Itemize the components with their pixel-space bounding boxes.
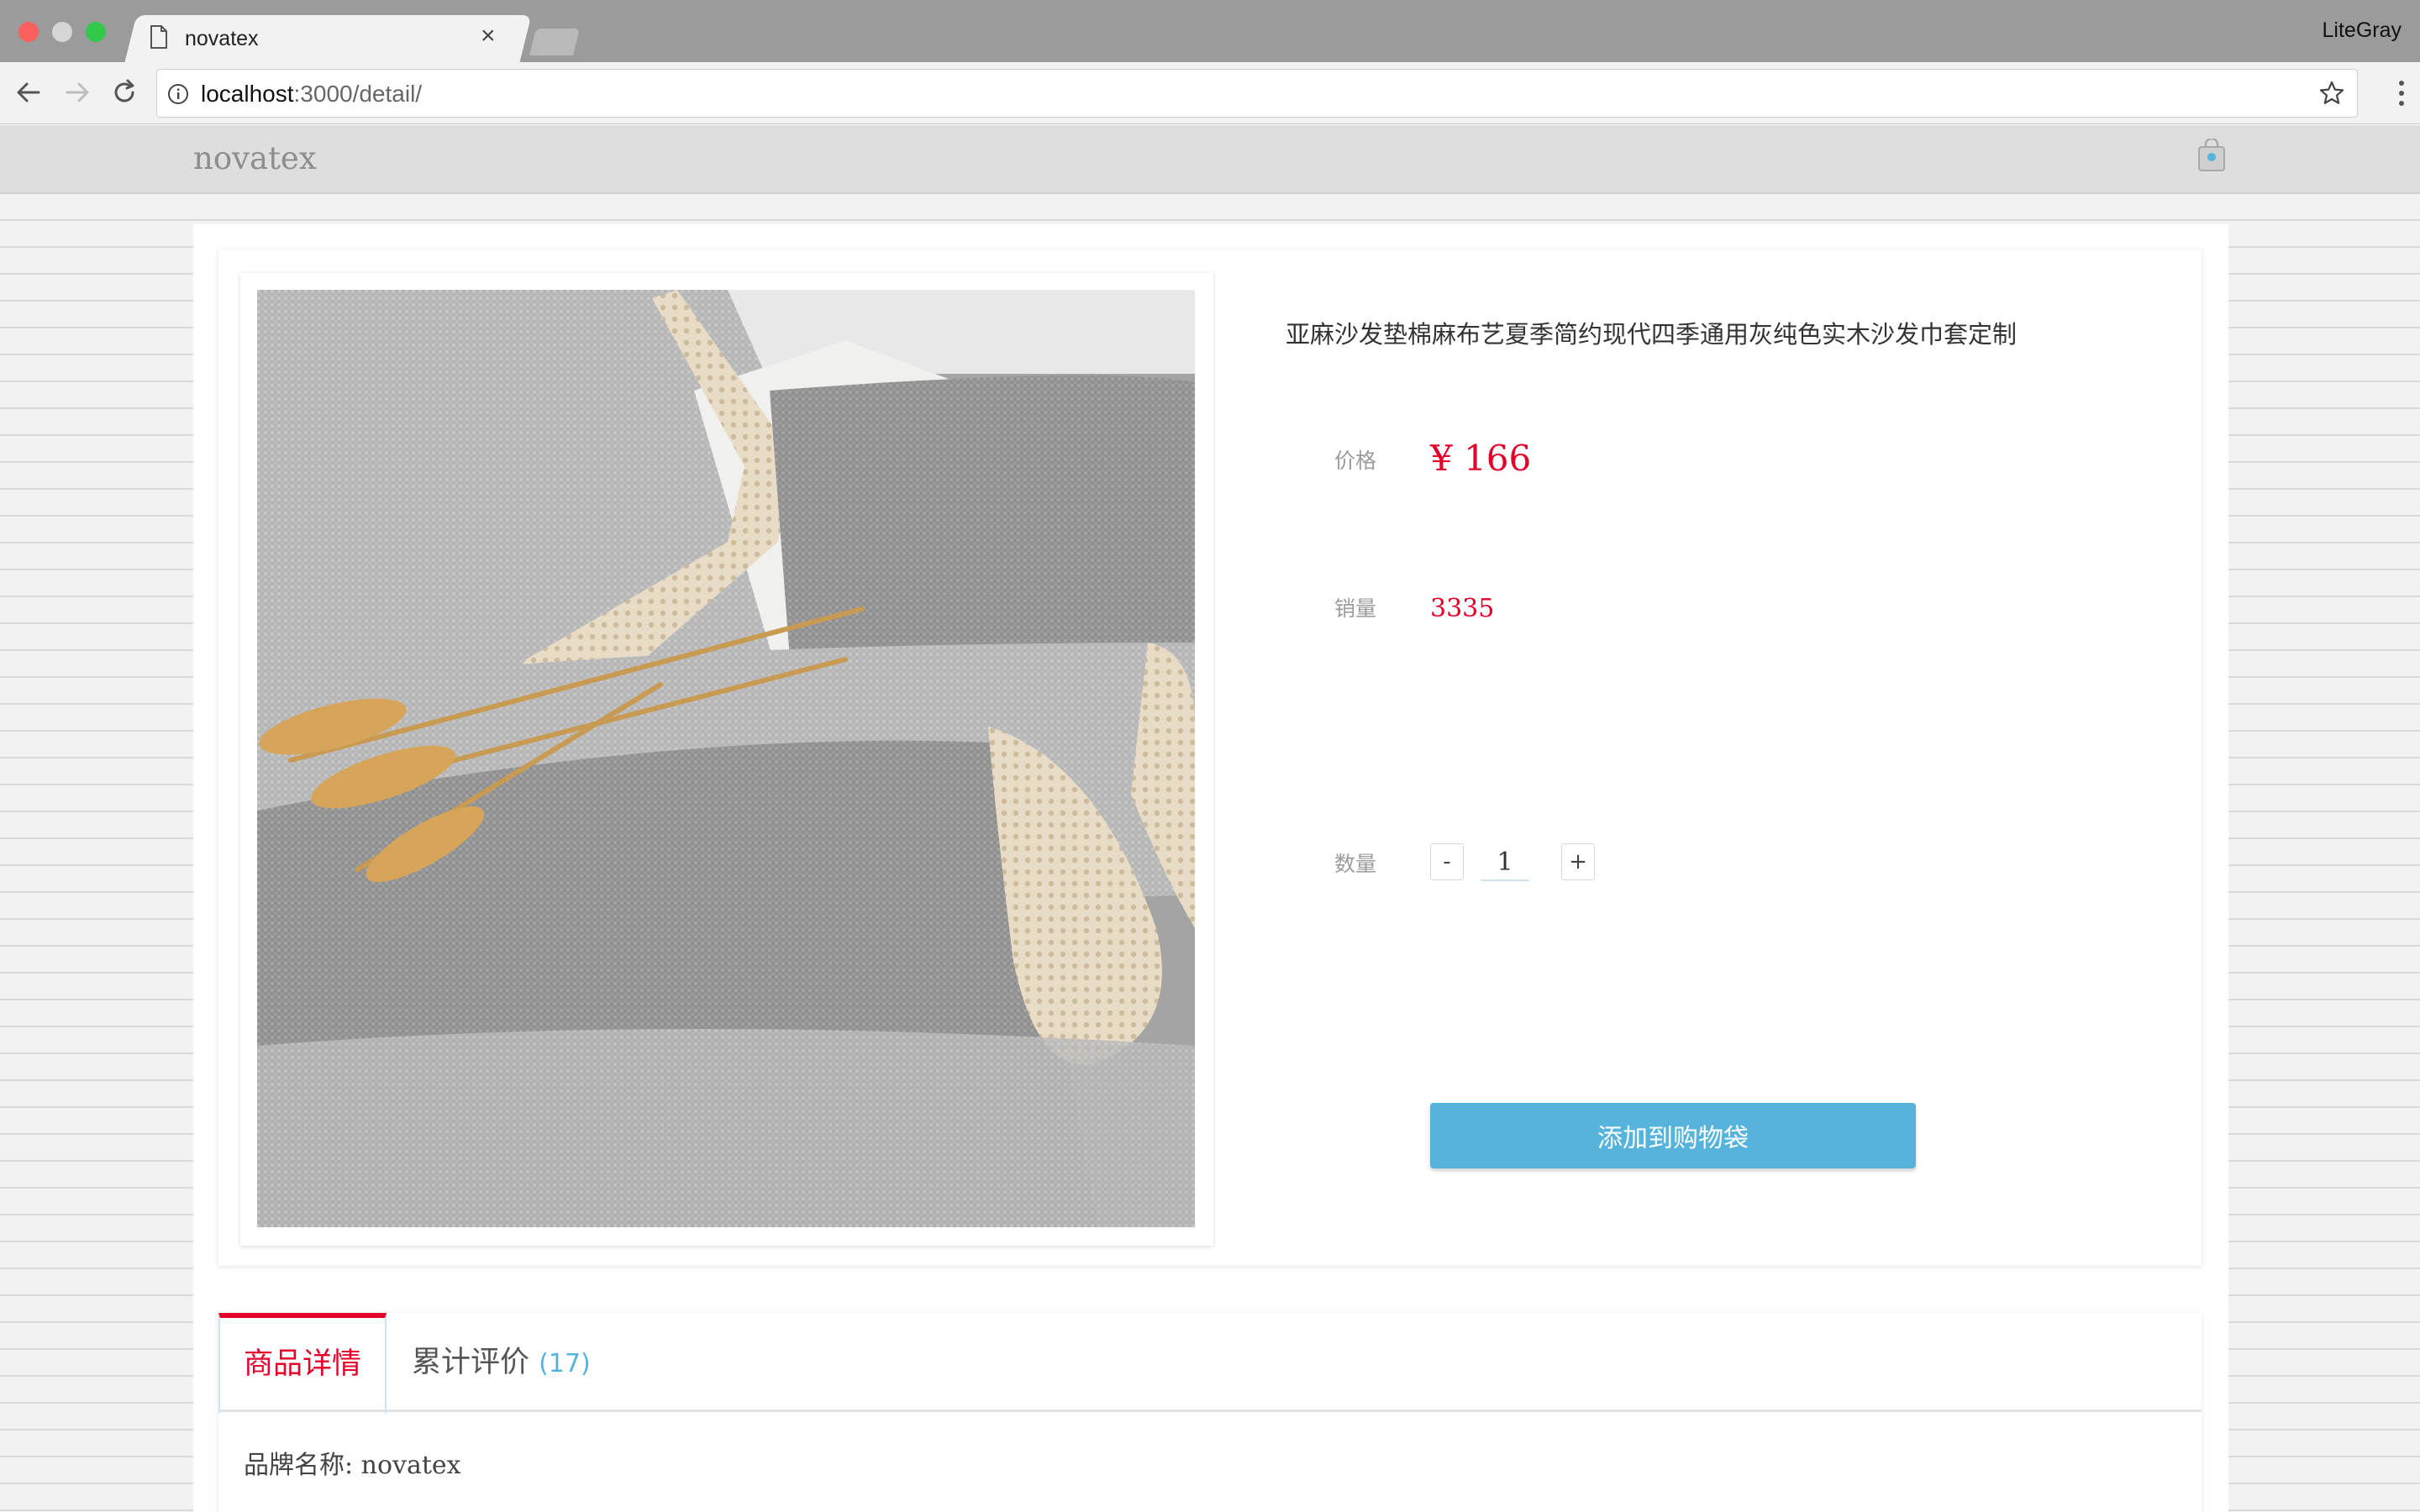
- minimize-window-button[interactable]: [52, 22, 72, 42]
- browser-window: novatex × LiteGray localhost:3000/detail…: [0, 0, 2420, 1512]
- quantity-label: 数量: [1334, 852, 1377, 876]
- tab-reviews[interactable]: 累计评价 (17): [412, 1313, 591, 1412]
- quantity-increase-button[interactable]: +: [1561, 843, 1595, 880]
- product-photo: [257, 290, 1195, 1227]
- product-image: [257, 290, 1195, 1227]
- tab-product-details[interactable]: 商品详情: [218, 1313, 387, 1415]
- product-title: 亚麻沙发垫棉麻布艺夏季简约现代四季通用灰纯色实木沙发巾套定制: [1286, 320, 2018, 349]
- title-bar: novatex × LiteGray: [0, 0, 2420, 64]
- sales-label: 销量: [1334, 596, 1377, 621]
- add-to-bag-button[interactable]: 添加到购物袋: [1430, 1103, 1916, 1168]
- product-image-frame: [240, 273, 1213, 1246]
- menu-icon[interactable]: [2396, 79, 2407, 108]
- forward-arrow-icon[interactable]: [62, 77, 92, 108]
- tab-title: novatex: [185, 27, 259, 50]
- site-header: novatex: [0, 125, 2420, 194]
- close-window-button[interactable]: [18, 22, 39, 42]
- quantity-input[interactable]: [1481, 844, 1529, 881]
- main-container: 亚麻沙发垫棉麻布艺夏季简约现代四季通用灰纯色实木沙发巾套定制 价格 ¥ 166 …: [193, 224, 2228, 1512]
- profile-name[interactable]: LiteGray: [2323, 18, 2402, 43]
- url-host: localhost: [201, 81, 294, 107]
- url-path: :3000/detail/: [293, 81, 423, 107]
- tabs-bar: 商品详情 累计评价 (17): [218, 1313, 2202, 1415]
- quantity-decrease-button[interactable]: -: [1430, 843, 1464, 880]
- tab-reviews-label: 累计评价: [412, 1346, 530, 1379]
- product-info-panel: 亚麻沙发垫棉麻布艺夏季简约现代四季通用灰纯色实木沙发巾套定制 价格 ¥ 166 …: [1286, 249, 2176, 1266]
- browser-tab[interactable]: novatex ×: [148, 15, 518, 62]
- product-card: 亚麻沙发垫棉麻布艺夏季简约现代四季通用灰纯色实木沙发巾套定制 价格 ¥ 166 …: [218, 249, 2202, 1266]
- reload-icon[interactable]: [109, 77, 139, 108]
- site-logo[interactable]: novatex: [193, 140, 317, 176]
- close-icon[interactable]: ×: [481, 24, 496, 49]
- back-arrow-icon[interactable]: [13, 77, 44, 108]
- new-tab-button[interactable]: [529, 29, 580, 55]
- star-icon[interactable]: [2318, 80, 2345, 107]
- review-count: (17): [539, 1349, 591, 1378]
- address-bar[interactable]: localhost:3000/detail/: [156, 69, 2358, 118]
- info-icon[interactable]: [167, 83, 189, 105]
- brand-name-line: 品牌名称: novatex: [244, 1451, 461, 1480]
- product-tabs-card: 商品详情 累计评价 (17) 品牌名称: novatex: [218, 1313, 2202, 1512]
- browser-toolbar: localhost:3000/detail/: [0, 62, 2420, 124]
- maximize-window-button[interactable]: [86, 22, 106, 42]
- price-value: ¥ 166: [1430, 438, 1532, 479]
- document-icon: [150, 25, 167, 49]
- shopping-bag-icon[interactable]: [2196, 139, 2227, 172]
- sales-value: 3335: [1430, 594, 1495, 623]
- page-background: 亚麻沙发垫棉麻布艺夏季简约现代四季通用灰纯色实木沙发巾套定制 价格 ¥ 166 …: [0, 194, 2420, 1512]
- price-label: 价格: [1334, 449, 1377, 473]
- url-text[interactable]: localhost:3000/detail/: [201, 81, 422, 108]
